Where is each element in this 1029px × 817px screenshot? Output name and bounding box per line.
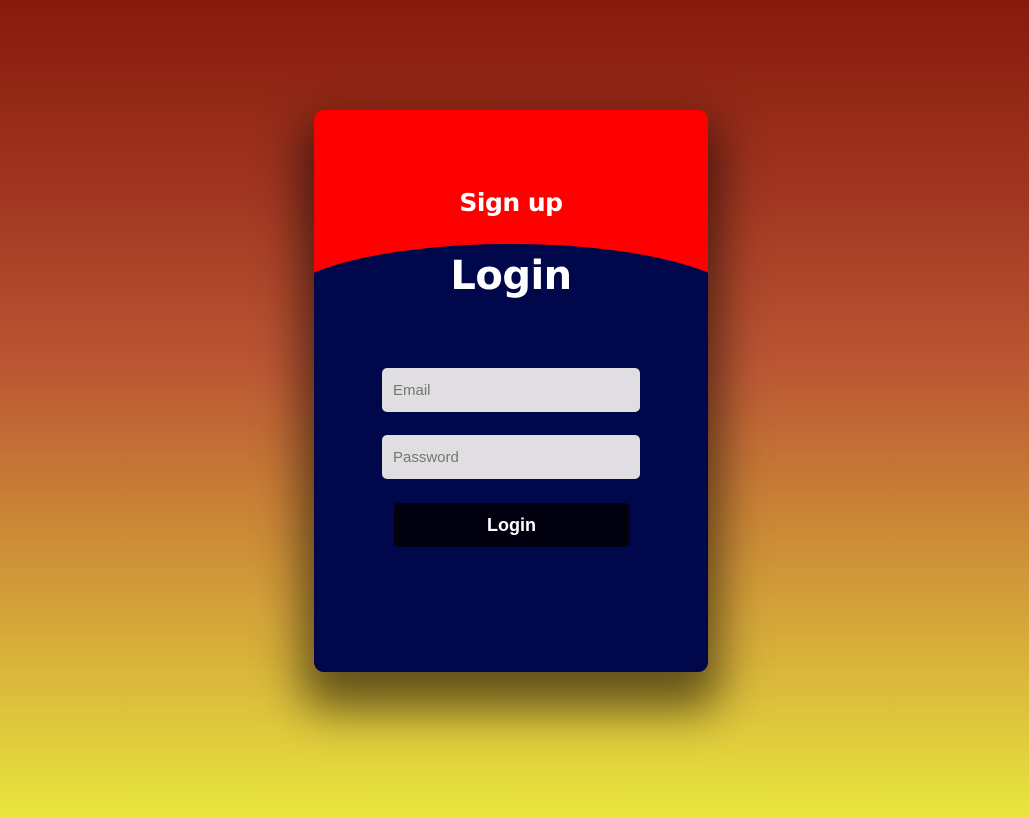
login-button[interactable]: Login	[394, 503, 629, 547]
auth-card: Sign up Login Login	[314, 110, 708, 672]
password-input[interactable]	[382, 435, 640, 479]
signup-title[interactable]: Sign up	[314, 188, 708, 217]
login-title: Login	[450, 253, 572, 299]
email-input[interactable]	[382, 368, 640, 412]
